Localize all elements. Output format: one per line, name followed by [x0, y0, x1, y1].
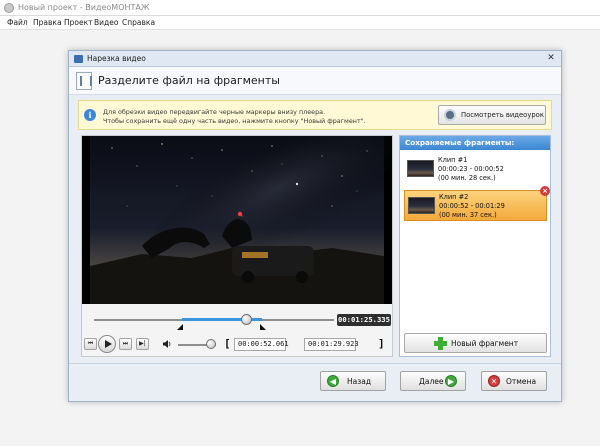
menu-video[interactable]: Видео: [94, 18, 118, 27]
clip-range: 00:00:52 - 00:01:29: [439, 202, 505, 210]
cancel-x-icon: ✕: [488, 375, 500, 387]
menu-help[interactable]: Справка: [122, 18, 155, 27]
footer-divider: [69, 363, 561, 364]
hint-line-2: Чтобы сохранить ещё одну часть видео, на…: [103, 117, 366, 125]
speaker-icon[interactable]: [162, 339, 172, 349]
next-frame-button[interactable]: ▶|: [136, 338, 149, 350]
hint-banner: i Для обрезки видео передвигайте черные …: [78, 100, 552, 130]
back-button[interactable]: ◀ Назад: [320, 371, 386, 391]
go-to-start-button[interactable]: ⏮: [84, 338, 97, 350]
night-sky-scene: [90, 136, 392, 304]
trim-timeline[interactable]: [94, 312, 334, 332]
next-button[interactable]: Далее ▶: [400, 371, 466, 391]
start-time-field[interactable]: 00:00:52.061: [234, 338, 289, 351]
hint-line-1: Для обрезки видео передвигайте черные ма…: [103, 108, 326, 116]
watch-tutorial-label: Посмотреть видеоурок: [461, 111, 544, 119]
clip-duration: (00 мин. 37 сек.): [439, 211, 497, 219]
set-start-bracket[interactable]: [: [224, 337, 231, 350]
volume-slider-knob[interactable]: [206, 339, 216, 349]
menu-edit[interactable]: Правка: [33, 18, 62, 27]
delete-fragment-icon[interactable]: ×: [540, 186, 550, 196]
film-strip-icon: [76, 72, 92, 90]
dialog-close-button[interactable]: ✕: [545, 53, 557, 64]
clip-name: Клип #1: [438, 156, 468, 164]
menu-file[interactable]: Файл: [7, 18, 28, 27]
cancel-label: Отмена: [506, 377, 537, 386]
next-arrow-icon: ▶: [445, 375, 457, 387]
fragment-item-selected[interactable]: Клип #2 00:00:52 - 00:01:29 (00 мин. 37 …: [404, 186, 550, 221]
video-player: 00:01:25.335 ⏮ ⏭ ▶| [ 00:00:52.061 00:01…: [81, 135, 393, 357]
clip-name: Клип #2: [439, 193, 469, 201]
next-label: Далее: [419, 377, 444, 386]
saved-fragments-panel: Сохраняемые фрагменты: Клип #1 00:00:23 …: [399, 135, 551, 357]
end-marker-handle[interactable]: [260, 324, 266, 330]
saved-fragments-heading: Сохраняемые фрагменты:: [400, 136, 550, 150]
dialog-titlebar: Нарезка видео ✕: [69, 51, 561, 67]
clip-duration: (00 мин. 28 сек.): [438, 174, 496, 182]
info-icon: i: [84, 109, 96, 121]
end-time-field[interactable]: 00:01:29.923: [304, 338, 359, 351]
back-label: Назад: [347, 377, 372, 386]
plus-icon: [434, 337, 447, 350]
menu-bar: Файл Правка Проект Видео Справка: [0, 16, 600, 30]
play-button[interactable]: [98, 335, 116, 353]
dialog-heading: Разделите файл на фрагменты: [98, 74, 280, 87]
dialog-icon: [74, 55, 83, 63]
app-title: Новый проект - ВидеоМОНТАЖ: [18, 3, 150, 12]
dialog-title: Нарезка видео: [87, 54, 146, 63]
player-controls: ⏮ ⏭ ▶| [ 00:00:52.061 00:01:29.923 ]: [82, 332, 392, 356]
cancel-button[interactable]: ✕ Отмена: [481, 371, 547, 391]
webcam-icon: [444, 109, 456, 121]
current-time-display: 00:01:25.335: [337, 314, 391, 326]
app-titlebar: Новый проект - ВидеоМОНТАЖ: [0, 0, 600, 16]
clip-thumbnail: [408, 197, 435, 214]
set-end-bracket[interactable]: ]: [378, 337, 385, 350]
go-to-end-button[interactable]: ⏭: [119, 338, 132, 350]
app-logo-icon: [4, 3, 14, 13]
back-arrow-icon: ◀: [327, 375, 339, 387]
new-fragment-label: Новый фрагмент: [451, 339, 519, 348]
start-marker-handle[interactable]: [177, 324, 183, 330]
dialog-header: Разделите файл на фрагменты: [69, 67, 561, 95]
watch-tutorial-button[interactable]: Посмотреть видеоурок: [438, 105, 546, 125]
trim-video-dialog: Нарезка видео ✕ Разделите файл на фрагме…: [68, 50, 562, 402]
fragment-item[interactable]: Клип #1 00:00:23 - 00:00:52 (00 мин. 28 …: [404, 154, 547, 185]
menu-project[interactable]: Проект: [64, 18, 93, 27]
new-fragment-button[interactable]: Новый фрагмент: [404, 333, 547, 353]
playhead-knob[interactable]: [241, 314, 252, 325]
clip-range: 00:00:23 - 00:00:52: [438, 165, 504, 173]
video-preview[interactable]: [82, 136, 392, 304]
clip-thumbnail: [407, 160, 434, 177]
